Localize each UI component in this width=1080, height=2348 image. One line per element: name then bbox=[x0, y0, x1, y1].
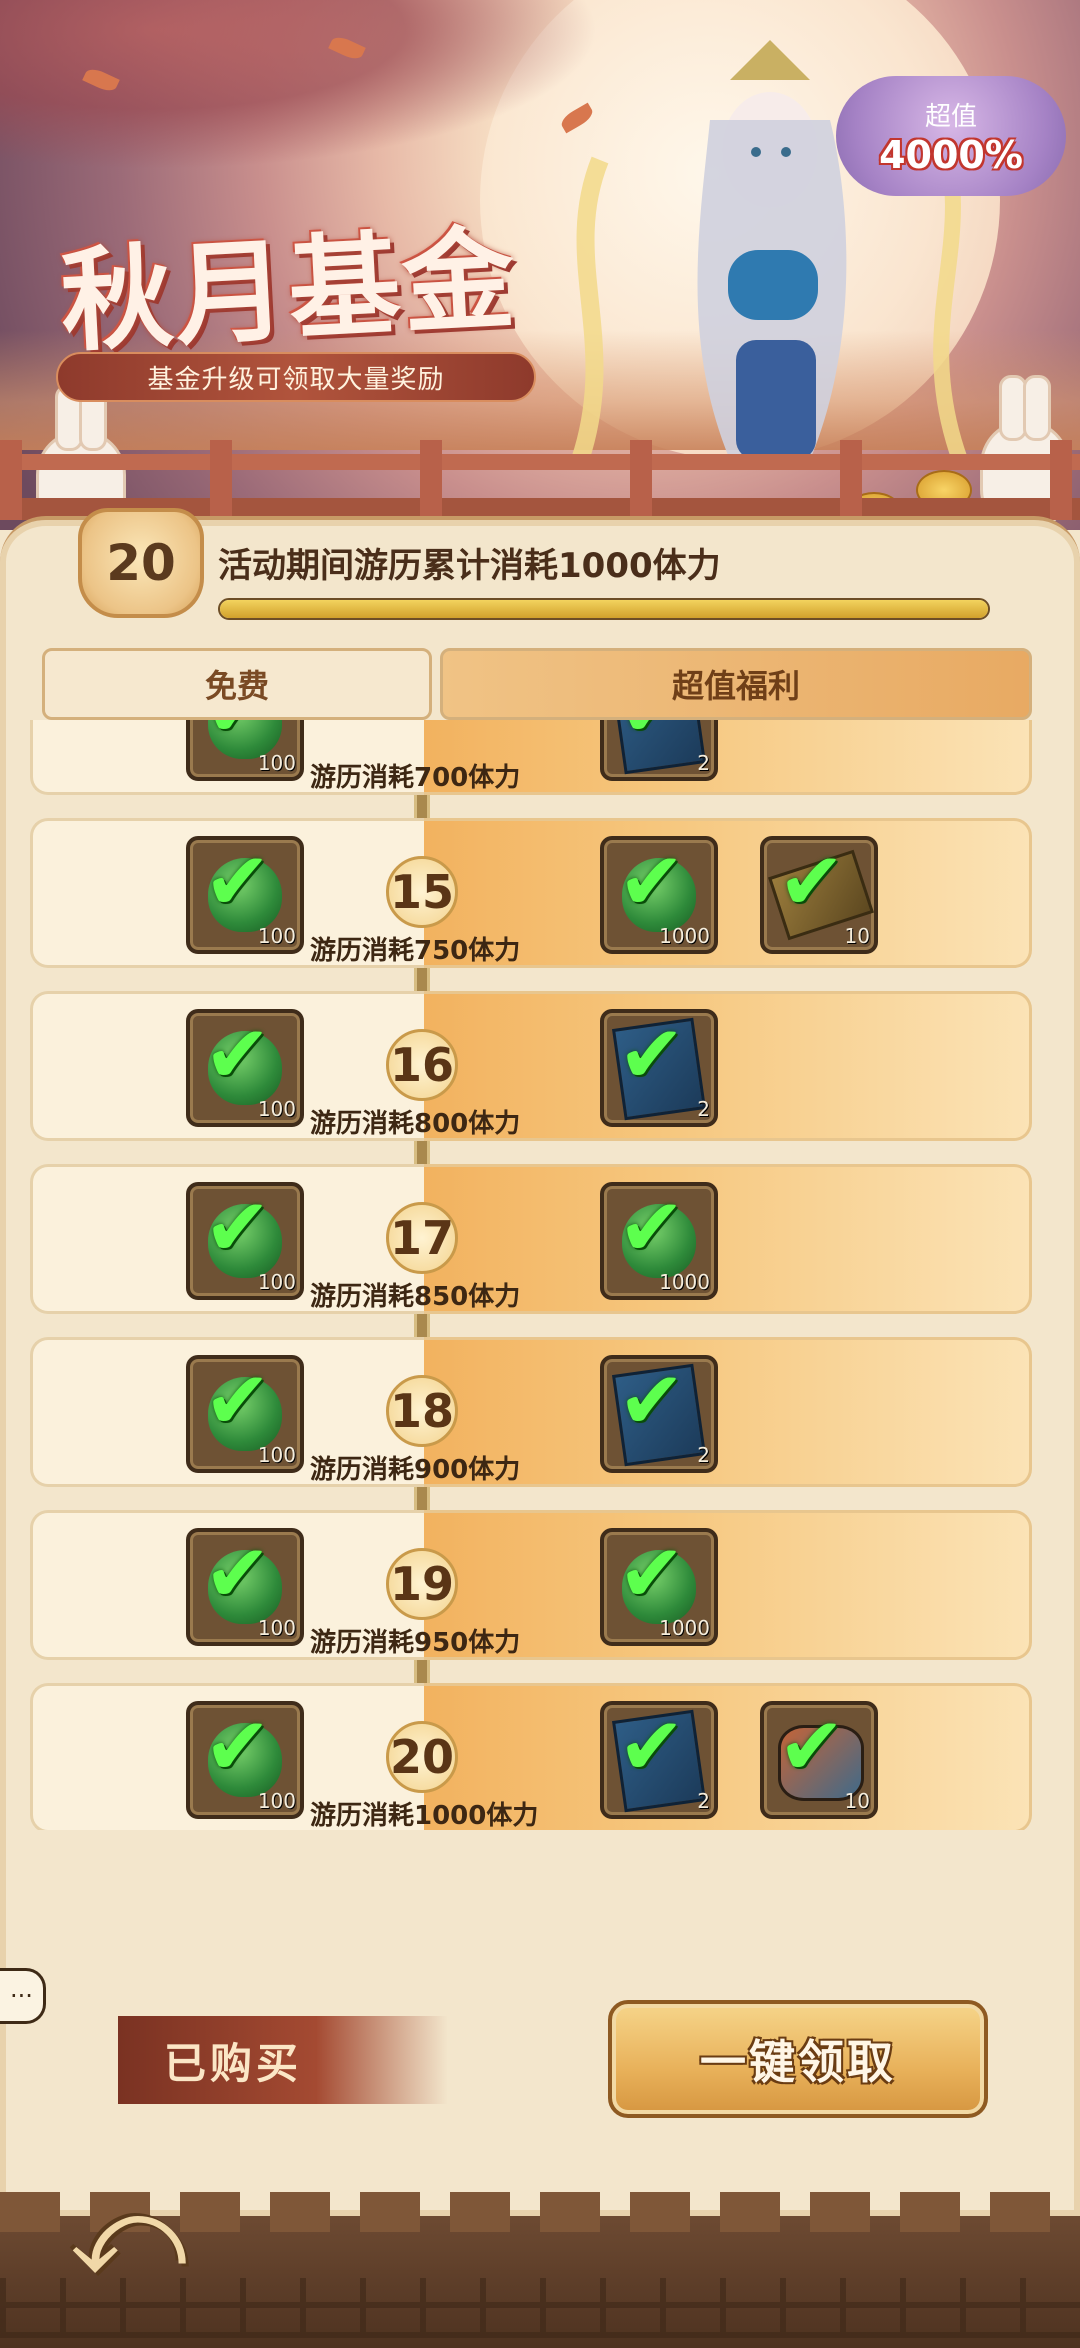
reward-row: ✔ 100 ✔ 1000 17 游历消耗850体力 bbox=[26, 1164, 1036, 1318]
maple-branch-decoration bbox=[0, 0, 600, 170]
level-requirement: 游历消耗1000体力 bbox=[310, 1801, 539, 1830]
level-requirement: 游历消耗750体力 bbox=[310, 936, 521, 966]
reward-item[interactable]: ✔ 1000 bbox=[600, 1182, 718, 1300]
claimed-check-icon: ✔ bbox=[618, 1700, 686, 1793]
tab-free[interactable]: 免费 bbox=[42, 648, 432, 720]
chat-bubble-icon[interactable]: ··· bbox=[0, 1968, 46, 2024]
reward-item[interactable]: ✔100 bbox=[186, 1009, 304, 1127]
level-requirement: 游历消耗900体力 bbox=[310, 1455, 521, 1485]
reward-quantity: 1000 bbox=[659, 924, 710, 948]
reward-item[interactable]: ✔100 bbox=[186, 1701, 304, 1819]
claimed-check-icon: ✔ bbox=[204, 1354, 272, 1447]
claimed-check-icon: ✔ bbox=[618, 835, 686, 928]
claimed-check-icon: ✔ bbox=[778, 835, 846, 928]
reward-quantity: 100 bbox=[257, 1097, 296, 1121]
reward-item[interactable]: ✔2 bbox=[600, 1009, 718, 1127]
reward-quantity: 10 bbox=[844, 924, 870, 948]
tab-premium[interactable]: 超值福利 bbox=[440, 648, 1032, 720]
reward-item[interactable]: ✔2 bbox=[600, 1355, 718, 1473]
reward-item[interactable]: ✔ 1000 bbox=[600, 836, 718, 954]
reward-row: ✔ 100 ✔ 2 16 游历消耗800体力 bbox=[26, 991, 1036, 1145]
reward-quantity: 2 bbox=[697, 1789, 710, 1813]
reward-quantity: 2 bbox=[697, 1097, 710, 1121]
level-number: 15 bbox=[386, 856, 458, 928]
value-badge-label: 超值 bbox=[924, 101, 977, 132]
reward-item[interactable]: ✔100 bbox=[186, 1355, 304, 1473]
back-arrow-icon[interactable]: ⤺ bbox=[58, 2180, 198, 2290]
claimed-check-icon: ✔ bbox=[204, 1700, 272, 1793]
reward-row: ✔ 100 ✔ 2 ✔ 10 20 游历消耗1000体力 bbox=[26, 1683, 1036, 1830]
reward-quantity: 100 bbox=[257, 1616, 296, 1640]
claimed-check-icon: ✔ bbox=[618, 1008, 686, 1101]
reward-item[interactable]: ✔2 bbox=[600, 1701, 718, 1819]
claimed-check-icon: ✔ bbox=[204, 1181, 272, 1274]
event-banner: 秋月基金 基金升级可领取大量奖励 超值 4000% bbox=[0, 0, 1080, 530]
reward-quantity: 100 bbox=[257, 924, 296, 948]
claimed-check-icon: ✔ bbox=[204, 835, 272, 928]
reward-row: ✔100✔2游历消耗700体力 bbox=[26, 720, 1036, 799]
claimed-check-icon: ✔ bbox=[618, 1354, 686, 1447]
claimed-check-icon: ✔ bbox=[618, 1527, 686, 1620]
claimed-check-icon: ✔ bbox=[204, 1008, 272, 1101]
reward-item[interactable]: ✔2 bbox=[600, 720, 718, 781]
value-badge-value: 4000% bbox=[879, 132, 1023, 177]
level-number: 20 bbox=[386, 1721, 458, 1793]
reward-item[interactable]: ✔100 bbox=[186, 720, 304, 781]
progress-description: 活动期间游历累计消耗1000体力 bbox=[218, 546, 721, 586]
level-number: 18 bbox=[386, 1375, 458, 1447]
purchased-status: 已购买 bbox=[118, 2016, 448, 2104]
level-requirement: 游历消耗850体力 bbox=[310, 1282, 521, 1312]
claimed-check-icon: ✔ bbox=[204, 720, 271, 749]
reward-item[interactable]: ✔100 bbox=[186, 1182, 304, 1300]
progress-bar-fill bbox=[220, 600, 988, 618]
reward-quantity: 100 bbox=[257, 1443, 296, 1467]
level-requirement: 游历消耗800体力 bbox=[310, 1109, 521, 1139]
reward-item[interactable]: ✔100 bbox=[186, 1528, 304, 1646]
reward-quantity: 100 bbox=[257, 1789, 296, 1813]
event-subtitle: 基金升级可领取大量奖励 bbox=[56, 352, 536, 402]
claim-all-button[interactable]: 一键领取 bbox=[608, 2000, 988, 2118]
reward-quantity: 2 bbox=[697, 1443, 710, 1467]
reward-quantity: 100 bbox=[257, 751, 296, 775]
reward-item[interactable]: ✔ 10 bbox=[760, 836, 878, 954]
reward-row: ✔ 100 ✔ 2 18 游历消耗900体力 bbox=[26, 1337, 1036, 1491]
reward-item[interactable]: ✔100 bbox=[186, 836, 304, 954]
reward-quantity: 1000 bbox=[659, 1616, 710, 1640]
claimed-check-icon: ✔ bbox=[778, 1700, 846, 1793]
reward-quantity: 1000 bbox=[659, 1270, 710, 1294]
reward-list[interactable]: ✔100✔2游历消耗700体力✔100✔1000✔1015游历消耗750体力✔1… bbox=[26, 720, 1036, 1830]
claimed-check-icon: ✔ bbox=[618, 720, 685, 749]
reward-row: ✔ 100 ✔ 1000 ✔ 10 15 游历消耗750体力 bbox=[26, 818, 1036, 972]
reward-quantity: 10 bbox=[844, 1789, 870, 1813]
level-number: 16 bbox=[386, 1029, 458, 1101]
level-requirement: 游历消耗700体力 bbox=[310, 763, 521, 793]
reward-quantity: 2 bbox=[697, 751, 710, 775]
progress-bar bbox=[218, 598, 990, 620]
reward-item[interactable]: ✔ 1000 bbox=[600, 1528, 718, 1646]
level-number: 19 bbox=[386, 1548, 458, 1620]
reward-row: ✔ 100 ✔ 1000 19 游历消耗950体力 bbox=[26, 1510, 1036, 1664]
current-level-emblem: 20 bbox=[78, 508, 204, 618]
reward-item[interactable]: ✔ 10 bbox=[760, 1701, 878, 1819]
level-requirement: 游历消耗950体力 bbox=[310, 1628, 521, 1658]
claimed-check-icon: ✔ bbox=[204, 1527, 272, 1620]
value-badge: 超值 4000% bbox=[836, 76, 1066, 196]
claimed-check-icon: ✔ bbox=[618, 1181, 686, 1274]
level-number: 17 bbox=[386, 1202, 458, 1274]
event-title: 秋月基金 bbox=[57, 213, 520, 368]
reward-quantity: 100 bbox=[257, 1270, 296, 1294]
